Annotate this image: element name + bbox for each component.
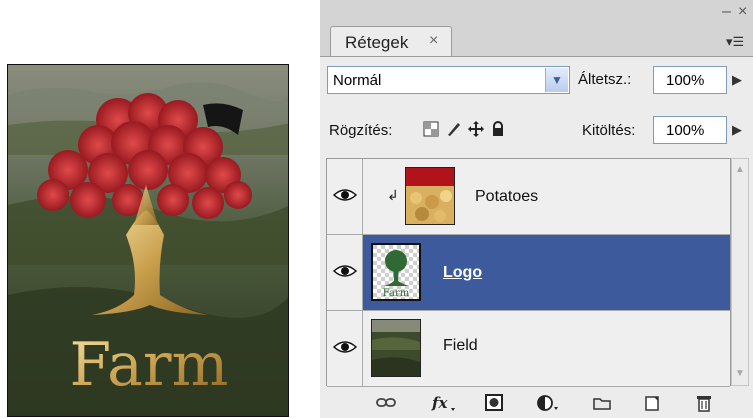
layers-list: ↲ Potatoes Farm Logo Field — [326, 158, 731, 387]
blend-mode-value: Normál — [333, 72, 382, 89]
tab-layers[interactable]: Rétegek × — [330, 26, 452, 56]
panel-menu-icon[interactable]: ▾☰ — [726, 34, 744, 50]
layers-scrollbar[interactable]: ▲ ▼ — [731, 158, 749, 386]
composite-image: Farm — [7, 64, 289, 417]
layer-name-potatoes[interactable]: Potatoes — [475, 188, 538, 206]
fill-label: Kitöltés: — [582, 122, 636, 139]
opacity-label: Áltetsz.: — [578, 71, 632, 88]
layer-mask-icon[interactable] — [484, 393, 504, 413]
fill-field[interactable]: 100% — [653, 116, 727, 144]
clipping-mask-arrow-icon: ↲ — [387, 187, 399, 203]
close-panel-icon[interactable]: × — [738, 4, 747, 20]
eye-icon — [333, 189, 357, 201]
new-group-icon[interactable] — [592, 393, 612, 413]
layer-thumbnail-potatoes — [405, 167, 455, 225]
layers-footer-toolbar: fx — [320, 388, 753, 417]
logo-thumb-text: Farm — [383, 288, 410, 299]
new-layer-icon[interactable] — [642, 393, 662, 413]
layer-thumbnail-field — [371, 319, 421, 377]
farm-title-text: Farm — [70, 330, 229, 400]
lock-position-icon[interactable] — [468, 121, 484, 137]
scroll-down-icon[interactable]: ▼ — [732, 365, 748, 383]
blend-mode-select[interactable]: Normál ▼ — [327, 66, 570, 94]
layer-name-field[interactable]: Field — [443, 337, 478, 355]
visibility-toggle[interactable] — [327, 159, 363, 234]
minimize-icon[interactable]: – — [722, 4, 731, 20]
layer-thumbnail-logo: Farm — [371, 243, 421, 301]
blend-opacity-row: Normál ▼ Áltetsz.: 100% ▶ — [320, 60, 753, 100]
lock-image-pixels-icon[interactable] — [446, 121, 462, 137]
opacity-field[interactable]: 100% — [653, 66, 727, 94]
visibility-toggle[interactable] — [327, 311, 363, 386]
scroll-up-icon[interactable]: ▲ — [732, 161, 748, 179]
eye-icon — [333, 265, 357, 277]
chevron-down-icon[interactable]: ▼ — [545, 68, 568, 92]
visibility-toggle[interactable] — [327, 235, 363, 310]
fx-icon[interactable]: fx — [430, 393, 458, 413]
lock-all-icon[interactable] — [490, 121, 506, 137]
opacity-slider-arrow-icon[interactable]: ▶ — [727, 66, 747, 94]
layer-row-field[interactable]: Field — [327, 311, 730, 387]
link-layers-icon[interactable] — [376, 393, 396, 413]
delete-layer-icon[interactable] — [694, 393, 714, 413]
layer-row-potatoes[interactable]: ↲ Potatoes — [327, 159, 730, 235]
tab-close-icon[interactable]: × — [429, 32, 438, 50]
layer-row-logo[interactable]: Farm Logo — [327, 235, 730, 311]
tab-layers-label: Rétegek — [345, 33, 409, 52]
adjustment-layer-icon[interactable] — [536, 393, 562, 413]
layer-name-logo[interactable]: Logo — [443, 264, 482, 282]
lock-label: Rögzítés: — [329, 122, 393, 139]
svg-text:fx: fx — [431, 394, 448, 412]
lock-fill-row: Rögzítés: Kitöltés: 100% ▶ — [320, 112, 753, 150]
fill-slider-arrow-icon[interactable]: ▶ — [727, 116, 747, 144]
lock-transparent-pixels-icon[interactable] — [423, 121, 439, 137]
eye-icon — [333, 341, 357, 353]
farm-logo-artwork: Farm — [8, 65, 288, 416]
layers-panel: – × ▾☰ Rétegek × Normál ▼ Áltetsz.: 100%… — [320, 0, 753, 418]
